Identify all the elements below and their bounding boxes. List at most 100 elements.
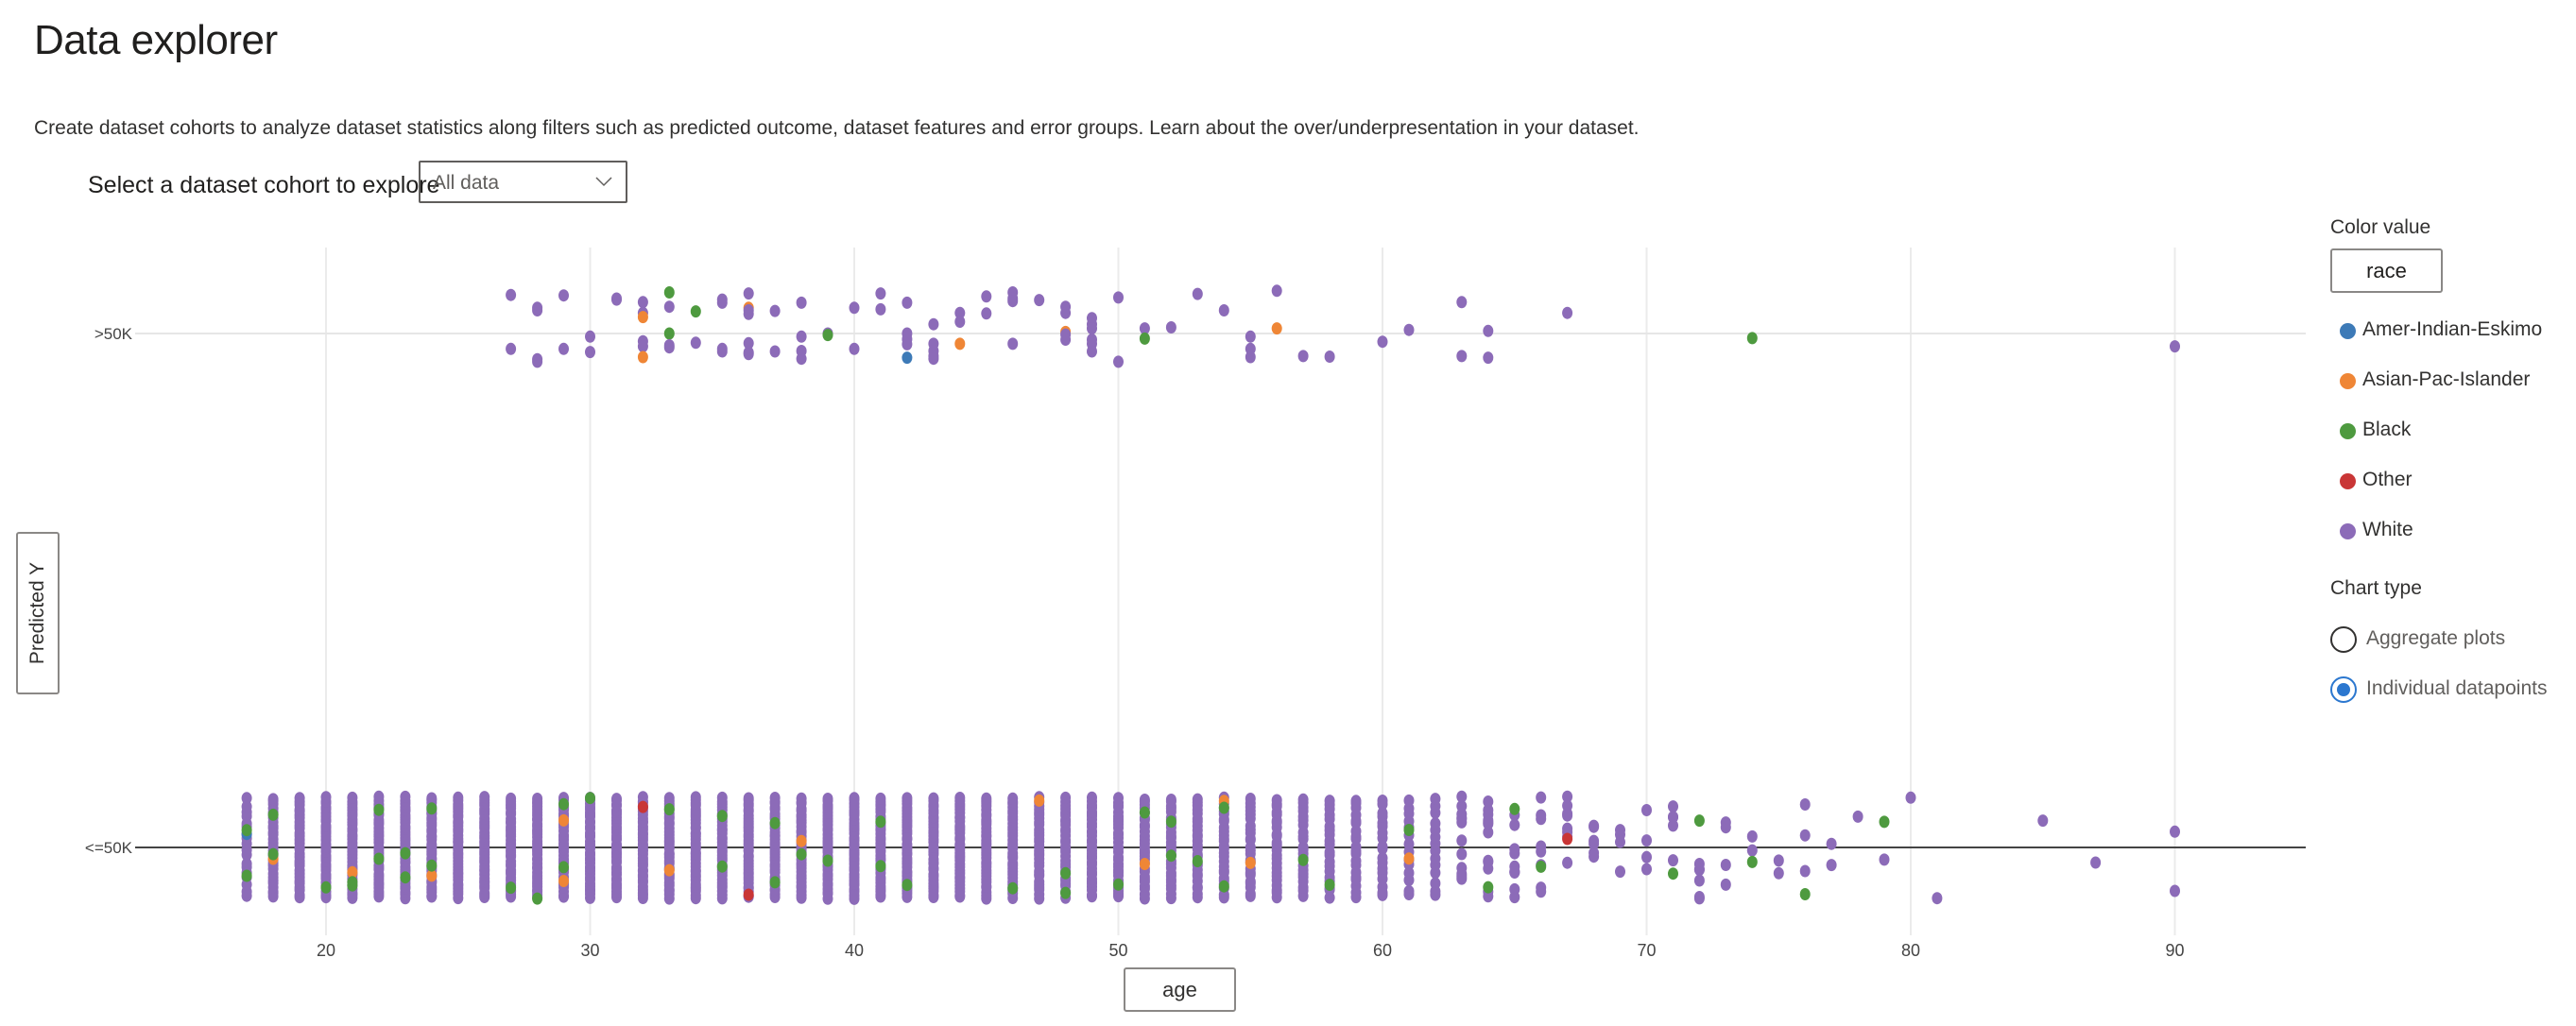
data-point	[1087, 791, 1097, 804]
data-point	[2090, 856, 2102, 869]
data-point	[1668, 819, 1678, 832]
data-point	[1113, 878, 1124, 891]
data-point	[506, 288, 517, 301]
data-point	[1932, 892, 1943, 905]
data-point	[1773, 854, 1784, 867]
data-point	[716, 791, 728, 804]
data-point	[743, 307, 754, 320]
x-tick-label: 60	[1373, 941, 1392, 960]
data-point	[1139, 794, 1150, 806]
data-point	[453, 791, 464, 804]
x-tick-label: 40	[845, 941, 864, 960]
data-point	[743, 888, 754, 901]
data-point	[981, 307, 992, 320]
data-point	[1641, 834, 1652, 847]
data-point	[1483, 855, 1494, 868]
data-point	[1483, 795, 1494, 808]
data-point	[1087, 322, 1097, 335]
data-point	[267, 793, 279, 806]
data-point	[849, 342, 860, 355]
data-point	[532, 304, 543, 316]
legend-dot-icon	[2340, 423, 2356, 439]
y-axis-selector-button[interactable]: Predicted Y	[16, 532, 60, 694]
data-point	[1562, 790, 1573, 803]
data-point	[928, 792, 939, 805]
data-point	[1562, 306, 1573, 319]
data-point	[558, 875, 569, 887]
data-point	[347, 791, 358, 804]
data-point	[1218, 880, 1229, 893]
data-point	[1509, 802, 1520, 815]
data-point	[954, 792, 966, 804]
data-point	[1165, 815, 1176, 829]
data-point	[690, 305, 701, 318]
data-point	[1271, 284, 1282, 298]
y-axis-label: Predicted Y	[26, 561, 48, 665]
y-tick-label: >50K	[94, 325, 133, 343]
data-point	[875, 792, 886, 805]
x-axis-selector-button[interactable]: age	[1124, 967, 1236, 1012]
data-point	[1007, 792, 1019, 805]
data-point	[320, 881, 332, 894]
radio-unchecked-icon	[2330, 626, 2357, 653]
data-point	[400, 790, 411, 803]
y-tick-label: <=50K	[85, 839, 133, 857]
data-point	[267, 808, 279, 821]
data-point	[1720, 816, 1731, 829]
data-points	[241, 284, 2180, 905]
data-point	[320, 791, 332, 804]
data-point	[1483, 351, 1494, 365]
data-point	[954, 337, 966, 351]
data-point	[716, 810, 728, 823]
data-point	[1430, 817, 1441, 830]
data-point	[1350, 795, 1362, 808]
data-point	[1615, 865, 1625, 879]
data-point	[1615, 835, 1625, 848]
data-point	[1641, 850, 1652, 864]
data-point	[875, 860, 886, 873]
data-point	[637, 311, 648, 324]
data-point	[373, 803, 385, 816]
data-point	[1245, 856, 1256, 869]
data-point	[558, 797, 569, 811]
data-point	[1852, 810, 1863, 823]
data-point	[822, 329, 833, 342]
data-point	[479, 791, 490, 804]
data-point	[1483, 324, 1494, 337]
data-point	[294, 792, 305, 805]
data-point	[1693, 891, 1705, 903]
data-point	[506, 792, 517, 805]
data-point	[1720, 878, 1731, 891]
data-point	[663, 803, 675, 816]
data-point	[1377, 335, 1388, 349]
data-point	[1192, 287, 1203, 300]
data-point	[1799, 864, 1811, 878]
data-point	[716, 342, 728, 355]
data-point	[400, 871, 411, 884]
data-point	[1034, 294, 1045, 307]
data-point	[1060, 791, 1072, 804]
data-point	[1324, 351, 1335, 363]
data-point	[1297, 350, 1309, 363]
data-point	[1324, 795, 1335, 808]
data-point	[902, 351, 913, 365]
data-point	[1007, 295, 1019, 308]
data-point	[532, 892, 543, 905]
data-point	[1113, 792, 1124, 805]
data-point	[241, 824, 252, 837]
data-point	[585, 792, 595, 805]
data-point	[1589, 834, 1600, 847]
data-point	[1826, 837, 1837, 850]
color-value-button[interactable]: race	[2330, 248, 2443, 293]
data-point	[1403, 794, 1415, 807]
data-point	[1483, 881, 1494, 894]
x-tick-label: 80	[1901, 941, 1920, 960]
data-point	[1377, 795, 1388, 807]
data-point	[1192, 855, 1203, 867]
data-point	[1113, 291, 1124, 304]
data-point	[849, 792, 860, 805]
x-tick-label: 50	[1108, 941, 1127, 960]
data-point	[1271, 322, 1282, 335]
data-point	[2037, 814, 2049, 828]
data-point	[1456, 350, 1468, 363]
